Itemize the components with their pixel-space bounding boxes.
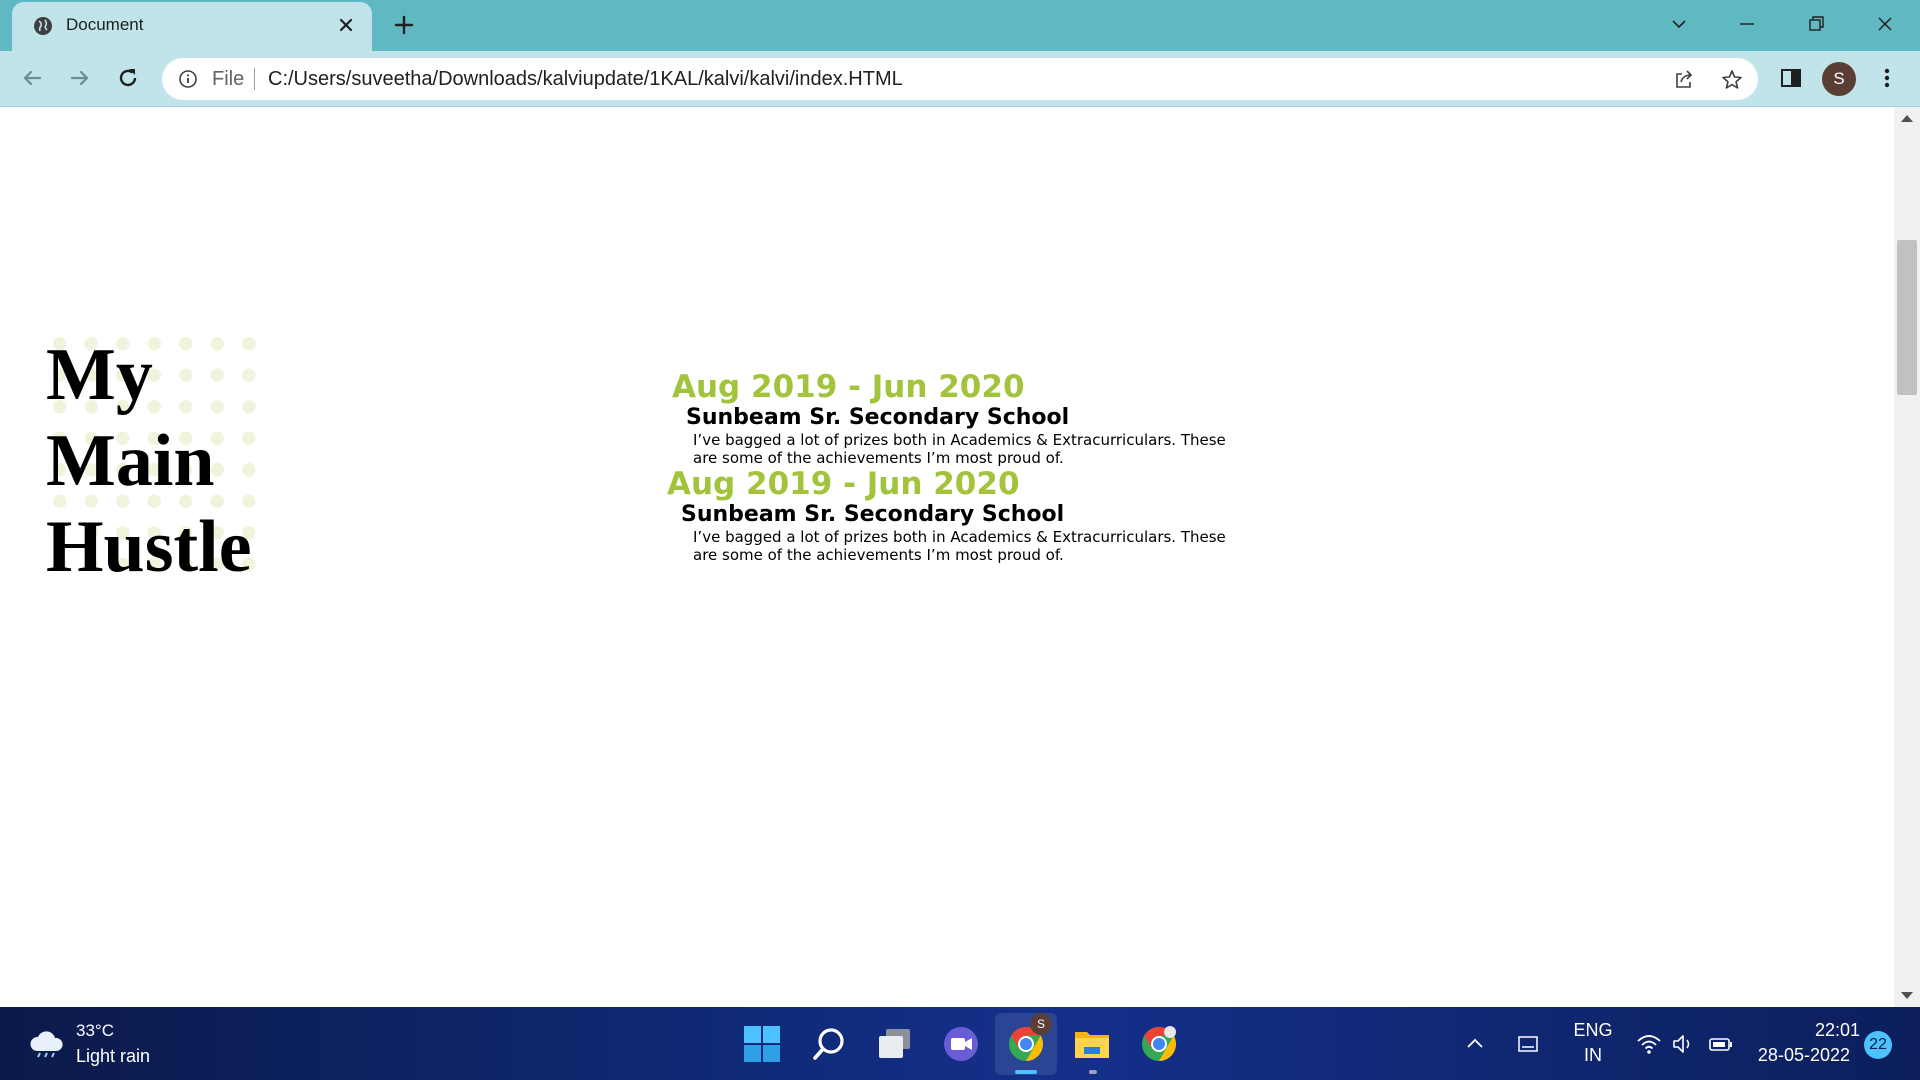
task-view-icon[interactable] bbox=[874, 1023, 916, 1065]
cloud-rain-icon[interactable] bbox=[28, 1029, 66, 1059]
weather-condition[interactable]: Light rain bbox=[76, 1046, 150, 1067]
bookmark-star-icon[interactable] bbox=[1720, 68, 1744, 92]
screen: Document File C:/Users/suveetha/Download… bbox=[0, 0, 1920, 1080]
hero-title-line: Hustle bbox=[46, 506, 252, 588]
scrollbar-thumb[interactable] bbox=[1897, 240, 1917, 395]
notification-count-badge[interactable]: 22 bbox=[1864, 1031, 1892, 1059]
entry-description: I’ve bagged a lot of prizes both in Acad… bbox=[693, 528, 1226, 564]
tab-title: Document bbox=[66, 15, 144, 34]
volume-icon[interactable] bbox=[1670, 1031, 1696, 1057]
scroll-up-arrow-icon[interactable] bbox=[1901, 115, 1913, 122]
entry-school: Sunbeam Sr. Secondary School bbox=[681, 502, 1065, 527]
show-hidden-icons-chevron-icon[interactable] bbox=[1462, 1031, 1488, 1057]
close-tab-icon[interactable] bbox=[336, 15, 356, 35]
profile-avatar[interactable]: S bbox=[1822, 62, 1856, 96]
url-text[interactable]: C:/Users/suveetha/Downloads/kalviupdate/… bbox=[268, 68, 903, 91]
region-indicator[interactable]: IN bbox=[1572, 1045, 1614, 1066]
page-viewport: My Main Hustle Aug 2019 - Jun 2020 Sunbe… bbox=[0, 107, 1894, 1007]
taskbar: 33°C Light rain S ENG IN 22:01 28-05-202… bbox=[0, 1007, 1920, 1080]
forward-icon[interactable] bbox=[66, 64, 94, 92]
start-icon[interactable] bbox=[741, 1023, 783, 1065]
scroll-down-arrow-icon[interactable] bbox=[1901, 992, 1913, 999]
chat-icon[interactable] bbox=[940, 1023, 982, 1065]
language-indicator[interactable]: ENG bbox=[1572, 1020, 1614, 1041]
chrome-profile-badge: S bbox=[1030, 1013, 1052, 1035]
address-separator bbox=[254, 68, 255, 90]
new-tab-icon[interactable] bbox=[392, 13, 416, 37]
globe-icon bbox=[34, 17, 52, 35]
entry-date: Aug 2019 - Jun 2020 bbox=[667, 466, 1020, 502]
hero-title-line: Main bbox=[46, 420, 215, 502]
side-panel-icon[interactable] bbox=[1778, 65, 1804, 91]
back-icon[interactable] bbox=[18, 64, 46, 92]
tab-search-chevron-icon[interactable] bbox=[1666, 11, 1692, 37]
share-icon[interactable] bbox=[1672, 68, 1696, 92]
address-bar[interactable]: File C:/Users/suveetha/Downloads/kalviup… bbox=[162, 58, 1758, 100]
hero-title-line: My bbox=[46, 334, 153, 416]
browser-tab[interactable]: Document bbox=[12, 2, 372, 51]
battery-icon[interactable] bbox=[1708, 1031, 1734, 1057]
wifi-icon[interactable] bbox=[1636, 1031, 1662, 1057]
timeline-entry: Aug 2019 - Jun 2020 Sunbeam Sr. Secondar… bbox=[667, 466, 1227, 564]
file-scheme-label: File bbox=[212, 68, 245, 90]
entry-date: Aug 2019 - Jun 2020 bbox=[672, 369, 1025, 405]
clock-date[interactable]: 28-05-2022 bbox=[1740, 1045, 1850, 1066]
reload-icon[interactable] bbox=[114, 64, 142, 92]
hero-title: My Main Hustle bbox=[46, 332, 252, 590]
chrome-dev-icon[interactable] bbox=[1138, 1023, 1180, 1065]
entry-description: I’ve bagged a lot of prizes both in Acad… bbox=[693, 431, 1226, 467]
file-explorer-icon[interactable] bbox=[1071, 1023, 1113, 1065]
close-window-icon[interactable] bbox=[1872, 11, 1898, 37]
entry-school: Sunbeam Sr. Secondary School bbox=[686, 405, 1070, 430]
running-app-indicator bbox=[1089, 1070, 1097, 1074]
clock-time[interactable]: 22:01 bbox=[1740, 1020, 1860, 1041]
search-icon[interactable] bbox=[808, 1023, 850, 1065]
browser-toolbar: File C:/Users/suveetha/Downloads/kalviup… bbox=[0, 51, 1920, 107]
restore-icon[interactable] bbox=[1803, 11, 1829, 37]
browser-titlebar: Document bbox=[0, 0, 1920, 51]
info-icon[interactable] bbox=[178, 69, 198, 89]
vertical-scrollbar[interactable] bbox=[1894, 107, 1920, 1007]
active-app-indicator bbox=[1015, 1070, 1037, 1074]
more-menu-icon[interactable] bbox=[1874, 65, 1900, 91]
minimize-icon[interactable] bbox=[1734, 11, 1760, 37]
timeline-entry: Aug 2019 - Jun 2020 Sunbeam Sr. Secondar… bbox=[672, 369, 1232, 467]
touch-keyboard-icon[interactable] bbox=[1515, 1031, 1541, 1057]
weather-temperature[interactable]: 33°C bbox=[76, 1021, 114, 1041]
